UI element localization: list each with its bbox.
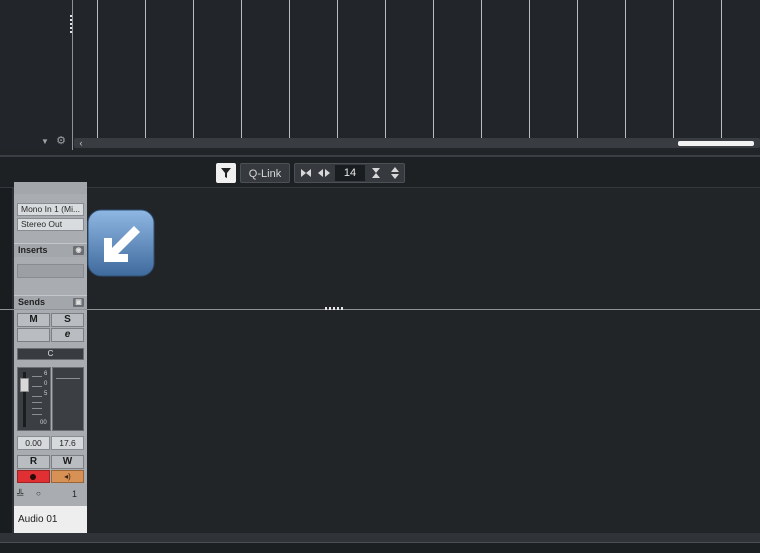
chevron-down-icon[interactable]: ▼: [40, 136, 50, 148]
level-meter: [52, 367, 84, 431]
monitor-button[interactable]: ◂): [51, 470, 84, 483]
grid-line: [289, 0, 290, 138]
jump-to-start-icon: [301, 169, 311, 177]
grid-line: [193, 0, 194, 138]
grid-line: [481, 0, 482, 138]
sends-label: Sends: [18, 297, 46, 307]
meter-reference-line: [56, 378, 80, 379]
scroll-left-icon[interactable]: ‹: [76, 138, 86, 148]
empty-cell: [17, 328, 50, 342]
meter-peak-value[interactable]: 17.6: [51, 436, 84, 450]
record-icon: [30, 474, 36, 480]
track-name-field[interactable]: Audio 01: [14, 506, 87, 533]
fader-scale-label: 6: [44, 371, 48, 377]
inserts-header[interactable]: Inserts ◉: [14, 243, 87, 257]
up-down-icon[interactable]: [386, 164, 404, 182]
nudge-icon: [318, 169, 330, 177]
insert-slot[interactable]: [17, 264, 84, 278]
grid-line: [337, 0, 338, 138]
grid-line: [241, 0, 242, 138]
input-routing-slot[interactable]: Mono In 1 (Mi...: [17, 203, 84, 216]
scale-tick: [32, 376, 42, 377]
grid-line: [721, 0, 722, 138]
channel-strip: Routing Mono In 1 (Mi... Stereo Out Inse…: [14, 182, 87, 533]
pan-control[interactable]: C: [17, 348, 84, 360]
arrange-area[interactable]: [0, 0, 760, 150]
track-type-icon: ╩: [17, 489, 24, 499]
jump-to-start-icon[interactable]: [297, 164, 315, 182]
nudge-icon[interactable]: [315, 164, 333, 182]
lane-icon: ○: [36, 489, 41, 498]
grid-line: [385, 0, 386, 138]
zoom-vertical-icon[interactable]: [367, 164, 385, 182]
value-field[interactable]: 14: [335, 165, 365, 181]
read-automation-button[interactable]: R: [17, 455, 50, 469]
up-down-icon: [391, 167, 399, 179]
record-enable-button[interactable]: [17, 470, 50, 483]
grid-line: [433, 0, 434, 138]
grid-line: [529, 0, 530, 138]
volume-value[interactable]: 0.00: [17, 436, 50, 450]
routing-header[interactable]: Routing: [14, 182, 87, 194]
filter-button[interactable]: [216, 163, 236, 183]
funnel-icon: [221, 168, 231, 178]
grid-line: [673, 0, 674, 138]
lower-zone-toolbar: Q-Link 14: [0, 157, 760, 188]
grid-line: [145, 0, 146, 138]
divider-drag-handle[interactable]: [325, 307, 345, 310]
mute-button[interactable]: M: [17, 313, 50, 327]
scale-tick: [32, 386, 42, 387]
gear-icon[interactable]: ⚙: [55, 135, 67, 147]
navigation-group: 14: [294, 163, 405, 183]
fader-scale-label: 0: [44, 381, 48, 387]
grid-line: [577, 0, 578, 138]
scale-tick: [32, 396, 42, 397]
inserts-label: Inserts: [18, 245, 48, 255]
scale-tick: [32, 402, 42, 403]
sends-header[interactable]: Sends ▣: [14, 295, 87, 309]
scrollbar-thumb[interactable]: [678, 141, 754, 146]
output-routing-slot[interactable]: Stereo Out: [17, 218, 84, 231]
track-list-divider[interactable]: [72, 0, 73, 150]
track-info-row: ╩ ○ 1: [14, 487, 87, 503]
horizontal-scrollbar[interactable]: [74, 138, 760, 148]
qlink-button[interactable]: Q-Link: [240, 163, 290, 183]
grid-line: [625, 0, 626, 138]
volume-fader[interactable]: 6 0 5 00: [17, 367, 51, 431]
status-line: [0, 542, 760, 553]
fader-scale-label: 5: [44, 391, 48, 397]
arrow-down-left-icon: [86, 208, 156, 278]
track-number: 1: [72, 489, 78, 499]
fader-scale-label: 00: [40, 420, 47, 426]
cursor-marker: [70, 15, 72, 35]
edit-channel-button[interactable]: e: [51, 328, 84, 342]
speaker-icon: ◂): [64, 472, 71, 481]
grid-line: [97, 0, 98, 138]
sends-bypass-icon[interactable]: ▣: [73, 298, 84, 307]
solo-button[interactable]: S: [51, 313, 84, 327]
panel-divider[interactable]: [0, 309, 760, 310]
write-automation-button[interactable]: W: [51, 455, 84, 469]
fader-handle[interactable]: [20, 378, 29, 392]
inserts-bypass-icon[interactable]: ◉: [73, 246, 84, 255]
routing-label: Routing: [18, 183, 52, 193]
scale-tick: [32, 408, 42, 409]
bottom-scrollbar[interactable]: [0, 533, 760, 542]
scale-tick: [32, 414, 42, 415]
zoom-vertical-icon: [372, 168, 380, 178]
